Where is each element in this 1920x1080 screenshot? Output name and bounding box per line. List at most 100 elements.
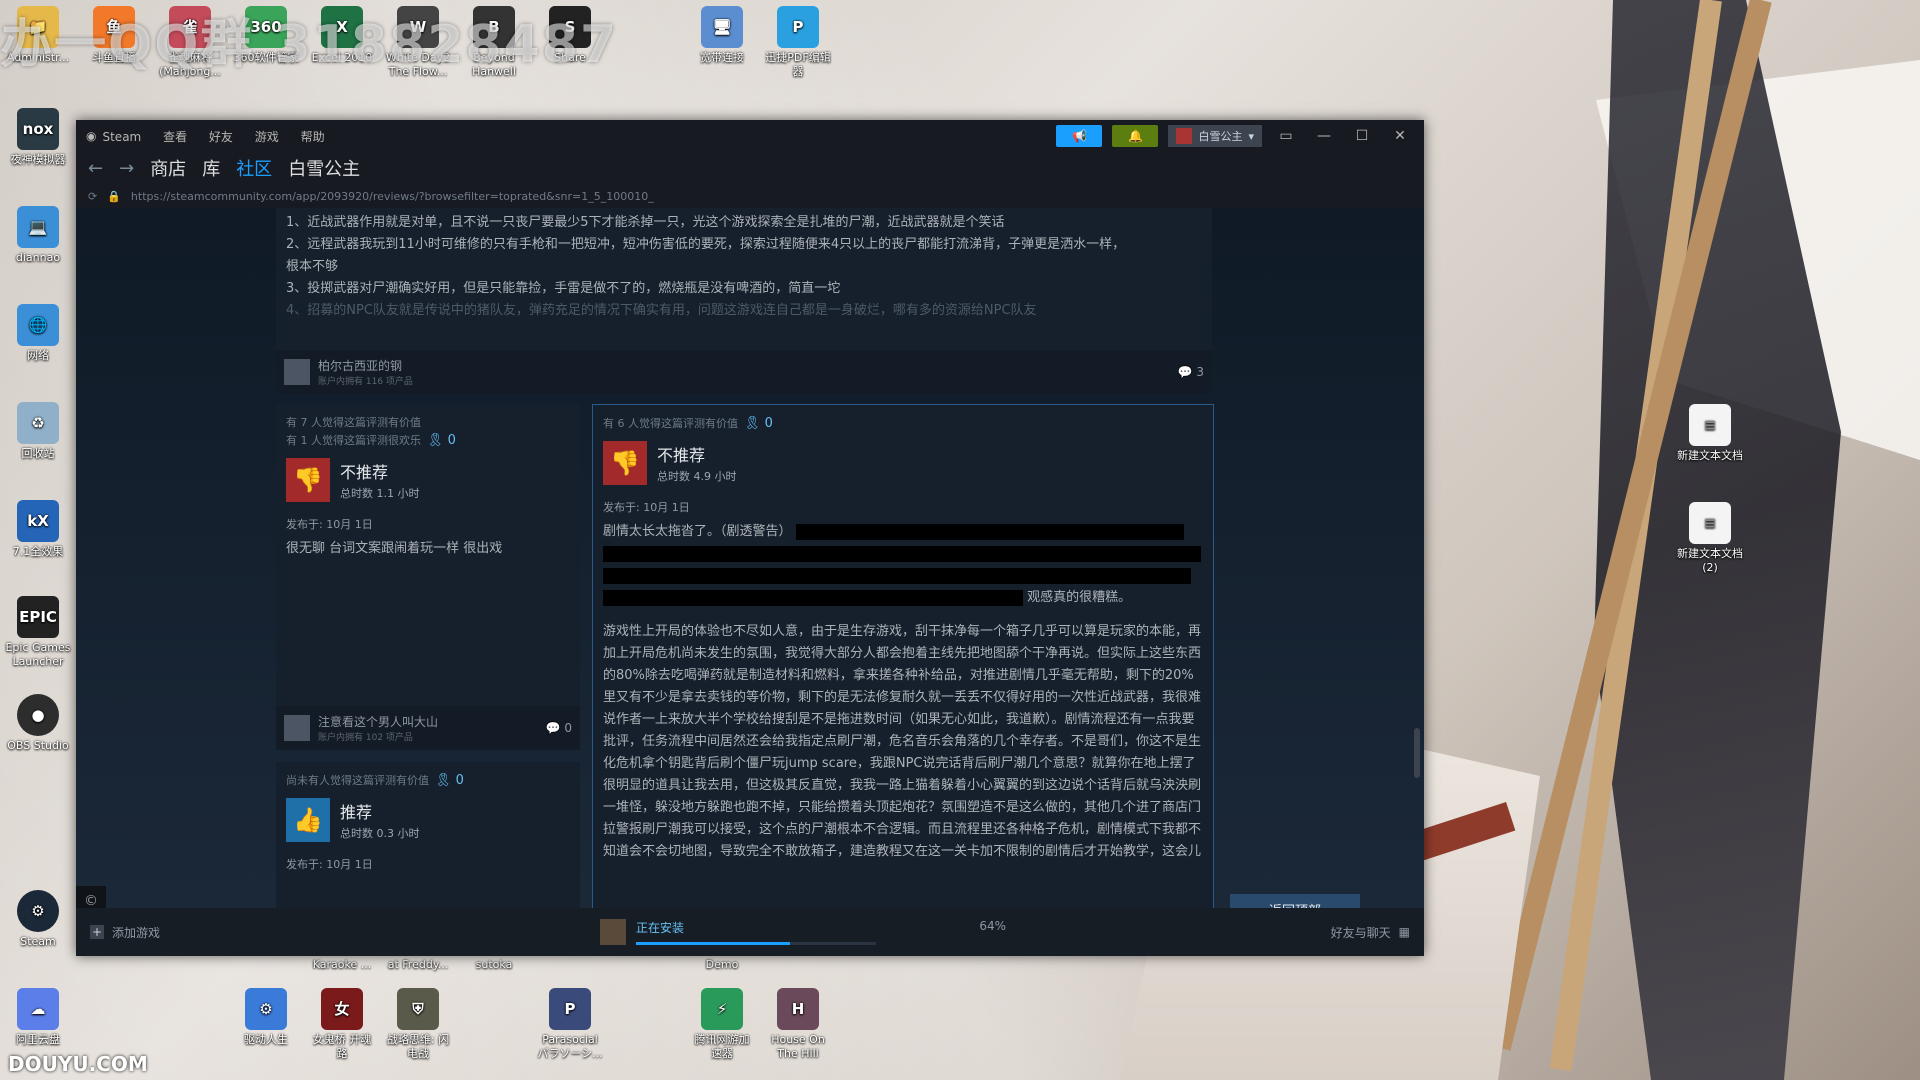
helpful-info: 有 7 人觉得这篇评测有价值 有 1 人觉得这篇评测很欢乐 🎗 0 (286, 416, 456, 448)
tab-community[interactable]: 社区 (236, 155, 272, 181)
menu-view[interactable]: 查看 (163, 130, 187, 144)
epic-icon: EPIC (17, 596, 59, 638)
spoiler-redaction[interactable] (603, 567, 1191, 584)
copyright-icon[interactable]: © (76, 886, 106, 908)
friends-chat-button[interactable]: 好友与聊天 ▦ (1331, 924, 1410, 941)
forward-arrow-icon[interactable]: → (119, 158, 134, 179)
thumbs-down-icon: 👎 (286, 458, 330, 502)
desktop-label-karaoke[interactable]: Karaoke ... (304, 958, 380, 972)
review-verdict: 👍 推荐 总时数 0.3 小时 (276, 790, 580, 850)
steam-window: ◉ Steam 查看 好友 游戏 帮助 📢 🔔 白雪公主 ▾ ▭ — ☐ ✕ ←… (76, 120, 1424, 956)
desktop-icon-parasocial[interactable]: P Parasocial パラソーシ... (532, 988, 608, 1061)
desktop-label-freddy[interactable]: at Freddy... (380, 958, 456, 972)
review-text: 1、近战武器作用就是对单，且不说一只丧尸要最少5下才能杀掉一只，光这个游戏探索全… (286, 215, 1126, 318)
desktop-icon-epic[interactable]: EPIC Epic Games Launcher (0, 596, 76, 669)
maximize-button[interactable]: ☐ (1348, 128, 1376, 144)
desktop-icon-alidrive[interactable]: ☁ 阿里云盘 (0, 988, 76, 1047)
shield-icon: ⛨ (397, 988, 439, 1030)
review-card: 有 6 人觉得这篇评测有价值 🎗 0 👎 不推荐 总时数 4.9 小时 发布于: … (592, 404, 1214, 908)
scrollbar[interactable] (1414, 728, 1420, 778)
close-button[interactable]: ✕ (1386, 128, 1414, 144)
desktop-icon-booster[interactable]: ⚡ 腾讯网游加 速器 (684, 988, 760, 1061)
user-menu[interactable]: 白雪公主 ▾ (1168, 125, 1262, 147)
desktop-icon-house[interactable]: H House On The Hill (760, 988, 836, 1061)
desktop-icon-steam[interactable]: ⚙ Steam (0, 890, 76, 949)
desktop-icon-newtxt2[interactable]: ≡ 新建文本文档 (2) (1672, 502, 1748, 575)
reviews-content: 1、近战武器作用就是对单，且不说一只丧尸要最少5下才能杀掉一只，光这个游戏探索全… (76, 208, 1424, 908)
announcement-button[interactable]: 📢 (1056, 125, 1103, 147)
plus-icon: + (90, 925, 104, 939)
game-icon: 女 (321, 988, 363, 1030)
chat-icon: ▦ (1398, 925, 1410, 939)
minimize-button[interactable]: — (1310, 128, 1338, 144)
review-card: 有 7 人觉得这篇评测有价值 有 1 人觉得这篇评测很欢乐 🎗 0 👎 不推荐 总… (276, 404, 580, 750)
desktop-icon-strategy[interactable]: ⛨ 战略思维: 闪 电战 (380, 988, 456, 1061)
menu-friends[interactable]: 好友 (209, 130, 233, 144)
spoiler-redaction[interactable] (795, 523, 1184, 540)
gear-icon: ⚙ (245, 988, 287, 1030)
desktop-label-demo[interactable]: Demo (684, 958, 760, 972)
big-picture-icon[interactable]: ▭ (1272, 128, 1300, 144)
install-status[interactable]: 正在安装 64% (600, 919, 1006, 945)
steam-logo-icon: ◉ (86, 129, 97, 143)
desktop-icon-driver[interactable]: ⚙ 驱动人生 (228, 988, 304, 1047)
url-text[interactable]: https://steamcommunity.com/app/2093920/r… (131, 190, 654, 203)
desktop-icon-pdf[interactable]: P 迅捷PDF编辑 器 (760, 6, 836, 79)
desktop-icon-broadband[interactable]: 🖥 宽带连接 (684, 6, 760, 65)
megaphone-icon: 📢 (1071, 129, 1087, 143)
obs-icon: ● (17, 694, 59, 736)
spoiler-redaction[interactable] (603, 545, 1201, 562)
text-file-icon: ≡ (1689, 502, 1731, 544)
desktop-icon-newtxt1[interactable]: ≡ 新建文本文档 (1672, 404, 1748, 463)
back-arrow-icon[interactable]: ← (88, 158, 103, 179)
helpful-info: 尚未有人觉得这篇评测有价值 🎗 0 (286, 773, 464, 788)
game-thumbnail (600, 919, 627, 945)
lock-icon: 🔒 (107, 189, 121, 203)
desktop-label-sutoka[interactable]: sutoka (456, 958, 532, 972)
back-to-top-button[interactable]: 返回顶部 (1230, 894, 1360, 908)
notification-button[interactable]: 🔔 (1112, 125, 1159, 147)
award-icon[interactable]: 🎗 0 (427, 433, 456, 448)
spoiler-redaction[interactable] (603, 589, 1023, 606)
bell-icon: 🔔 (1127, 129, 1143, 143)
desktop-icon-kx[interactable]: kX 7.1全效果 (0, 500, 76, 559)
comment-count[interactable]: 💬 3 (1178, 365, 1204, 379)
author-name[interactable]: 注意看这个男人叫大山 (318, 713, 438, 730)
desktop-icon-girl[interactable]: 女女鬼桥 开魂 路 (304, 988, 380, 1061)
avatar (1176, 128, 1193, 144)
computer-icon: 💻 (17, 206, 59, 248)
menu-games[interactable]: 游戏 (255, 130, 279, 144)
award-icon[interactable]: 🎗 0 (744, 416, 773, 431)
menu-help[interactable]: 帮助 (301, 130, 325, 144)
desktop-icon-obs[interactable]: ● OBS Studio (0, 694, 76, 753)
desktop-icon-network[interactable]: 🌐 网络 (0, 304, 76, 363)
desktop-icon-diannao[interactable]: 💻 diannao (0, 206, 76, 265)
helpful-info: 有 6 人觉得这篇评测有价值 🎗 0 (603, 416, 773, 431)
tab-store[interactable]: 商店 (150, 155, 186, 181)
comment-count[interactable]: 💬 0 (546, 721, 572, 735)
review-body: 很无聊 台词文案跟闹着玩一样 很出戏 (286, 541, 503, 556)
author-name[interactable]: 柏尔古西亚的钢 (318, 357, 413, 374)
computer-icon: 🖥 (701, 6, 743, 48)
avatar[interactable] (284, 715, 310, 741)
steam-titlebar: ◉ Steam 查看 好友 游戏 帮助 📢 🔔 白雪公主 ▾ ▭ — ☐ ✕ (76, 120, 1424, 152)
booster-icon: ⚡ (701, 988, 743, 1030)
review-card: 尚未有人觉得这篇评测有价值 🎗 0 👍 推荐 总时数 0.3 小时 发布于: 10… (276, 762, 580, 908)
award-icon[interactable]: 🎗 0 (435, 773, 464, 788)
thumbs-up-icon: 👍 (286, 798, 330, 842)
author-products: 账户内拥有 102 项产品 (318, 733, 413, 743)
nox-icon: nox (17, 108, 59, 150)
url-bar: ⟳ 🔒 https://steamcommunity.com/app/20939… (76, 184, 1424, 208)
tab-profile[interactable]: 白雪公主 (288, 155, 360, 181)
desktop-icon-nox[interactable]: nox 夜神模拟器 (0, 108, 76, 167)
add-game-button[interactable]: + 添加游戏 (90, 924, 160, 941)
network-icon: 🌐 (17, 304, 59, 346)
cloud-drive-icon: ☁ (17, 988, 59, 1030)
review-author-bar: 柏尔古西亚的钢 账户内拥有 116 项产品 💬 3 (276, 350, 1212, 394)
tab-library[interactable]: 库 (202, 155, 220, 181)
menu-steam[interactable]: Steam (102, 130, 141, 144)
desktop-icon-recycle[interactable]: ♻ 回收站 (0, 402, 76, 461)
review-author-bar: 注意看这个男人叫大山 账户内拥有 102 项产品 💬 0 (276, 706, 580, 750)
refresh-icon[interactable]: ⟳ (88, 190, 97, 203)
avatar[interactable] (284, 359, 310, 385)
